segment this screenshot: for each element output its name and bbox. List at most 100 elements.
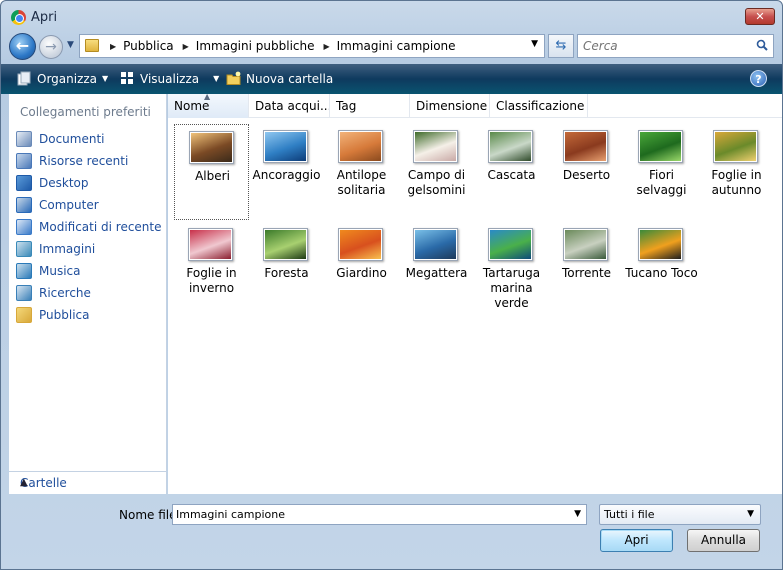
column-name[interactable]: ▲ Nome bbox=[168, 94, 249, 118]
forward-button[interactable]: → bbox=[39, 35, 63, 59]
organize-chevron-icon: ▼ bbox=[102, 74, 109, 83]
column-date-taken[interactable]: Data acqui... bbox=[249, 94, 330, 118]
recent-pages-dropdown[interactable]: ▼ bbox=[67, 40, 77, 50]
file-item[interactable]: Giardino bbox=[324, 222, 399, 318]
file-item[interactable]: Foresta bbox=[249, 222, 324, 318]
pictures-icon bbox=[16, 241, 32, 257]
file-item[interactable]: Campo di gelsomini bbox=[399, 124, 474, 220]
address-dropdown-icon[interactable]: ▼ bbox=[531, 39, 538, 49]
file-item[interactable]: Tartaruga marina verde bbox=[474, 222, 549, 318]
breadcrumb-public-pictures[interactable]: Immagini pubbliche bbox=[196, 39, 315, 53]
file-item[interactable]: Fiori selvaggi bbox=[624, 124, 699, 220]
sidebar-item-documenti[interactable]: Documenti bbox=[9, 128, 167, 150]
sidebar-item-pubblica[interactable]: Pubblica bbox=[9, 304, 167, 326]
file-type-select[interactable]: Tutti i file ▼ bbox=[599, 504, 761, 525]
search-box[interactable] bbox=[577, 34, 774, 58]
breadcrumb-sample-pictures[interactable]: Immagini campione bbox=[337, 39, 456, 53]
column-tags[interactable]: Tag bbox=[330, 94, 410, 118]
breadcrumb: ▶ Pubblica ▶ Immagini pubbliche ▶ Immagi… bbox=[106, 39, 456, 53]
file-item[interactable]: Cascata bbox=[474, 124, 549, 220]
open-dialog: Apri ✕ ← → ▼ ▶ Pubblica ▶ Immagini pubbl… bbox=[0, 0, 783, 570]
search-icon[interactable] bbox=[756, 39, 768, 51]
back-button[interactable]: ← bbox=[9, 33, 36, 60]
search-input[interactable] bbox=[583, 36, 753, 56]
help-icon[interactable]: ? bbox=[750, 70, 767, 87]
file-item[interactable]: Alberi bbox=[174, 124, 249, 220]
file-name: Foglie in inverno bbox=[186, 266, 237, 295]
file-item[interactable]: Antilope solitaria bbox=[324, 124, 399, 220]
sidebar-item-label: Ricerche bbox=[39, 286, 91, 300]
file-item[interactable]: Deserto bbox=[549, 124, 624, 220]
open-button[interactable]: Apri bbox=[600, 529, 673, 552]
file-name: Ancoraggio bbox=[252, 168, 321, 182]
new-folder-button[interactable]: Nuova cartella bbox=[226, 71, 333, 86]
sidebar-item-label: Immagini bbox=[39, 242, 96, 256]
sidebar-item-modificati-di-recente[interactable]: Modificati di recente bbox=[9, 216, 167, 238]
documents-icon bbox=[16, 131, 32, 147]
file-item[interactable]: Ancoraggio bbox=[249, 124, 324, 220]
public-folder-icon bbox=[16, 307, 32, 323]
refresh-button[interactable]: ⇆ bbox=[548, 34, 574, 58]
forward-arrow-icon: → bbox=[45, 39, 57, 55]
folders-toggle[interactable]: Cartelle ▲ bbox=[9, 471, 167, 494]
file-type-dropdown-icon: ▼ bbox=[747, 509, 754, 519]
file-item[interactable]: Tucano Toco bbox=[624, 222, 699, 318]
file-item[interactable]: Foglie in inverno bbox=[174, 222, 249, 318]
image-thumbnail bbox=[263, 130, 308, 163]
back-arrow-icon: ← bbox=[15, 36, 30, 55]
new-folder-icon bbox=[226, 71, 241, 85]
sidebar-item-label: Pubblica bbox=[39, 308, 90, 322]
address-bar[interactable]: ▶ Pubblica ▶ Immagini pubbliche ▶ Immagi… bbox=[79, 34, 545, 58]
file-name: Foglie in autunno bbox=[711, 168, 762, 197]
column-size[interactable]: Dimensione bbox=[410, 94, 490, 118]
file-item[interactable]: Foglie in autunno bbox=[699, 124, 774, 220]
window-title: Apri bbox=[31, 10, 58, 25]
sidebar-item-computer[interactable]: Computer bbox=[9, 194, 167, 216]
cancel-button[interactable]: Annulla bbox=[687, 529, 760, 552]
image-thumbnail bbox=[338, 130, 383, 163]
filename-input[interactable] bbox=[173, 505, 563, 524]
organize-label: Organizza bbox=[37, 71, 98, 86]
sidebar-item-desktop[interactable]: Desktop bbox=[9, 172, 167, 194]
file-name: Torrente bbox=[561, 266, 612, 280]
sidebar-item-musica[interactable]: Musica bbox=[9, 260, 167, 282]
image-thumbnail bbox=[188, 228, 233, 261]
sidebar-item-immagini[interactable]: Immagini bbox=[9, 238, 167, 260]
favorite-links-list: Documenti Risorse recenti Desktop Computer M… bbox=[9, 128, 167, 326]
navigation-pane: Collegamenti preferiti Documenti Risorse … bbox=[9, 94, 167, 494]
filename-dropdown-icon[interactable]: ▼ bbox=[574, 509, 581, 519]
chrome-icon bbox=[11, 10, 26, 25]
breadcrumb-separator-icon[interactable]: ▶ bbox=[110, 42, 116, 51]
column-headers: ▲ Nome Data acqui... Tag Dimensione Clas… bbox=[168, 94, 782, 118]
file-name: Antilope solitaria bbox=[336, 168, 387, 197]
views-label: Visualizza bbox=[140, 71, 200, 86]
image-thumbnail bbox=[563, 130, 608, 163]
sidebar-item-ricerche[interactable]: Ricerche bbox=[9, 282, 167, 304]
image-thumbnail bbox=[338, 228, 383, 261]
sort-ascending-icon: ▲ bbox=[204, 94, 211, 101]
sidebar-item-label: Musica bbox=[39, 264, 81, 278]
sidebar-item-risorse-recenti[interactable]: Risorse recenti bbox=[9, 150, 167, 172]
searches-icon bbox=[16, 285, 32, 301]
title-bar: Apri ✕ bbox=[1, 1, 782, 33]
organize-icon bbox=[17, 71, 31, 86]
close-button[interactable]: ✕ bbox=[745, 8, 775, 25]
refresh-icon: ⇆ bbox=[555, 38, 567, 53]
breadcrumb-public[interactable]: Pubblica bbox=[123, 39, 173, 53]
breadcrumb-separator-icon[interactable]: ▶ bbox=[183, 42, 189, 51]
file-item[interactable]: Torrente bbox=[549, 222, 624, 318]
sidebar-item-label: Desktop bbox=[39, 176, 89, 190]
recently-changed-icon bbox=[16, 219, 32, 235]
breadcrumb-separator-icon[interactable]: ▶ bbox=[323, 42, 329, 51]
file-item[interactable]: Megattera bbox=[399, 222, 474, 318]
filename-combobox[interactable]: ▼ bbox=[172, 504, 587, 525]
recent-places-icon bbox=[16, 153, 32, 169]
image-thumbnail bbox=[413, 130, 458, 163]
views-chevron-icon: ▼ bbox=[213, 74, 220, 83]
views-menu[interactable]: Visualizza ▼ bbox=[120, 71, 219, 86]
file-name: Cascata bbox=[487, 168, 536, 182]
organize-menu[interactable]: Organizza ▼ bbox=[17, 71, 108, 86]
sidebar-item-label: Documenti bbox=[39, 132, 105, 146]
column-rating[interactable]: Classificazione bbox=[490, 94, 588, 118]
computer-icon bbox=[16, 197, 32, 213]
